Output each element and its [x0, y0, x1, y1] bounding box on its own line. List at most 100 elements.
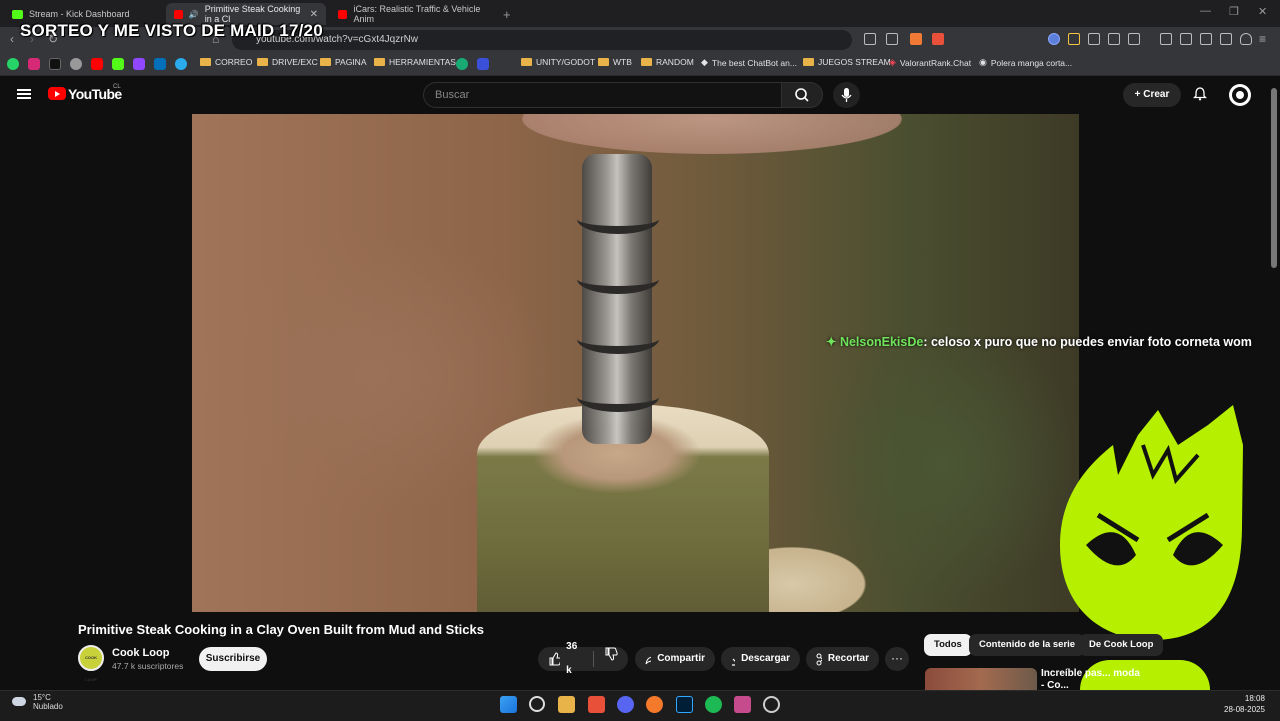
paypal-icon[interactable] [154, 58, 166, 70]
bookmark-drive-exc[interactable]: DRIVE/EXC [257, 57, 318, 67]
streaming-app-icon[interactable] [734, 696, 751, 713]
photoshop-icon[interactable] [676, 696, 693, 713]
chip-de-cook-loop[interactable]: De Cook Loop [1079, 634, 1164, 656]
search-button[interactable] [781, 82, 823, 108]
bookmark-polera[interactable]: ◉ Polera manga corta... [979, 57, 1072, 68]
apple-icon[interactable] [70, 58, 82, 70]
sidebar-icon[interactable] [1180, 33, 1192, 45]
extension-icon[interactable] [1128, 33, 1140, 45]
minimize-icon[interactable]: — [1200, 5, 1211, 17]
tab-icars[interactable]: iCars: Realistic Traffic & Vehicle Anim [330, 3, 490, 25]
page-scrollbar[interactable] [1271, 88, 1277, 268]
weather-widget[interactable]: 15°C Nublado [10, 693, 63, 711]
behance-icon[interactable] [477, 58, 489, 70]
chat-username: NelsonEkisDe [839, 335, 924, 349]
windows-taskbar [0, 690, 1280, 721]
brave-shield-icon[interactable] [910, 33, 922, 45]
voice-search-button[interactable] [833, 82, 860, 108]
vpn-shield-icon[interactable] [1240, 33, 1252, 45]
puzzle-icon[interactable] [1108, 33, 1120, 45]
divider [593, 651, 594, 667]
system-clock[interactable]: 18:08 28-08-2025 [1224, 693, 1265, 715]
video-player[interactable] [192, 114, 1079, 612]
scissors-icon [816, 653, 822, 665]
url-field[interactable]: youtube.com/watch?v=cGxt4JqzrNw [232, 30, 852, 50]
chip-contenido-serie[interactable]: Contenido de la serie [969, 634, 1086, 656]
download-button[interactable]: Descargar [721, 647, 800, 671]
start-icon[interactable] [500, 696, 517, 713]
clock-time: 18:08 [1244, 694, 1265, 703]
folder-icon [803, 58, 814, 66]
youtube-logo-icon[interactable] [48, 87, 66, 100]
stream-chat-message: ✦ NelsonEkisDe: celoso x puro que no pue… [826, 334, 1252, 349]
kick-bookmark-icon[interactable] [112, 58, 124, 70]
instagram-icon[interactable] [28, 58, 40, 70]
bookmark-correo[interactable]: CORREO [200, 57, 252, 67]
twitch-icon[interactable] [133, 58, 145, 70]
video-frame-auger-spiral [577, 264, 659, 294]
like-dislike-group: 36 k [538, 641, 628, 676]
menu-icon[interactable]: ≡ [1259, 32, 1266, 46]
brave-rewards-icon[interactable] [932, 33, 944, 45]
telegram-icon[interactable] [175, 58, 187, 70]
chip-todos[interactable]: Todos [924, 634, 972, 656]
like-button[interactable]: 36 k [548, 635, 583, 683]
bookmark-random[interactable]: RANDOM [641, 57, 694, 67]
brave-browser-icon[interactable] [588, 696, 605, 713]
streamer-mascot [1060, 405, 1243, 640]
related-video-thumbnail[interactable] [925, 668, 1037, 690]
bookmark-juegos-stream[interactable]: JUEGOS STREAM [803, 57, 891, 67]
related-video-title[interactable]: Increíble pas... moda - Co... [1041, 668, 1141, 692]
microphone-icon [841, 88, 852, 102]
like-count: 36 k [566, 641, 578, 676]
bookmark-chatbot[interactable]: ◆ The best ChatBot an... [701, 57, 797, 68]
cast-icon[interactable] [864, 33, 876, 45]
file-explorer-icon[interactable] [558, 696, 575, 713]
hamburger-menu-icon[interactable] [17, 89, 31, 99]
x-icon[interactable] [49, 58, 61, 70]
channel-name[interactable]: Cook Loop [112, 647, 169, 659]
obs-icon[interactable] [763, 696, 780, 713]
bookmark-unity-godot[interactable]: UNITY/GODOT [521, 57, 595, 67]
globe-icon: ◉ [979, 57, 987, 67]
youtube-bookmark-icon[interactable] [91, 58, 103, 70]
notifications-bell-icon[interactable] [1193, 87, 1207, 101]
bookmark-valorantrank[interactable]: ◈ ValorantRank.Chat [889, 57, 971, 68]
more-actions-button[interactable]: ··· [885, 647, 909, 671]
close-tab-icon[interactable]: ✕ [310, 9, 318, 20]
discord-icon[interactable] [617, 696, 634, 713]
dislike-button[interactable] [604, 647, 618, 671]
video-frame-hand [522, 114, 902, 154]
create-button[interactable]: + Crear [1123, 83, 1181, 107]
whatsapp-icon[interactable] [7, 58, 19, 70]
spotify-icon[interactable] [705, 696, 722, 713]
share-page-icon[interactable] [886, 33, 898, 45]
chat-text: : celoso x puro que no puedes enviar fot… [923, 335, 1252, 349]
leo-ai-icon[interactable] [1220, 33, 1232, 45]
maximize-icon[interactable]: ❐ [1229, 5, 1239, 18]
bookmark-wtb[interactable]: WTB [598, 57, 632, 67]
close-window-icon[interactable]: ✕ [1258, 5, 1267, 18]
search-taskbar-icon[interactable] [529, 696, 545, 712]
channel-avatar[interactable]: COOK LOOP [78, 645, 104, 682]
extension-icon[interactable] [1068, 33, 1080, 45]
app-icon[interactable] [456, 58, 468, 70]
clip-button[interactable]: Recortar [806, 647, 879, 671]
music-icon[interactable] [1160, 33, 1172, 45]
search-input[interactable]: Buscar [423, 82, 781, 108]
share-icon [645, 656, 652, 665]
extension-icon[interactable] [1088, 33, 1100, 45]
blender-icon[interactable] [646, 696, 663, 713]
account-avatar[interactable] [1229, 84, 1251, 106]
wallet-icon[interactable] [1200, 33, 1212, 45]
back-icon[interactable]: ‹ [10, 32, 14, 46]
cloud-icon [12, 697, 26, 706]
bookmark-herramientas[interactable]: HERRAMIENTAS [374, 57, 456, 67]
extension-icon[interactable] [1048, 33, 1060, 45]
folder-icon [257, 58, 268, 66]
subscribe-button[interactable]: Suscribirse [199, 647, 267, 671]
share-button[interactable]: Compartir [635, 647, 715, 671]
tab-label: iCars: Realistic Traffic & Vehicle Anim [353, 4, 481, 24]
new-tab-button[interactable]: + [495, 3, 515, 25]
bookmark-pagina[interactable]: PAGINA [320, 57, 367, 67]
